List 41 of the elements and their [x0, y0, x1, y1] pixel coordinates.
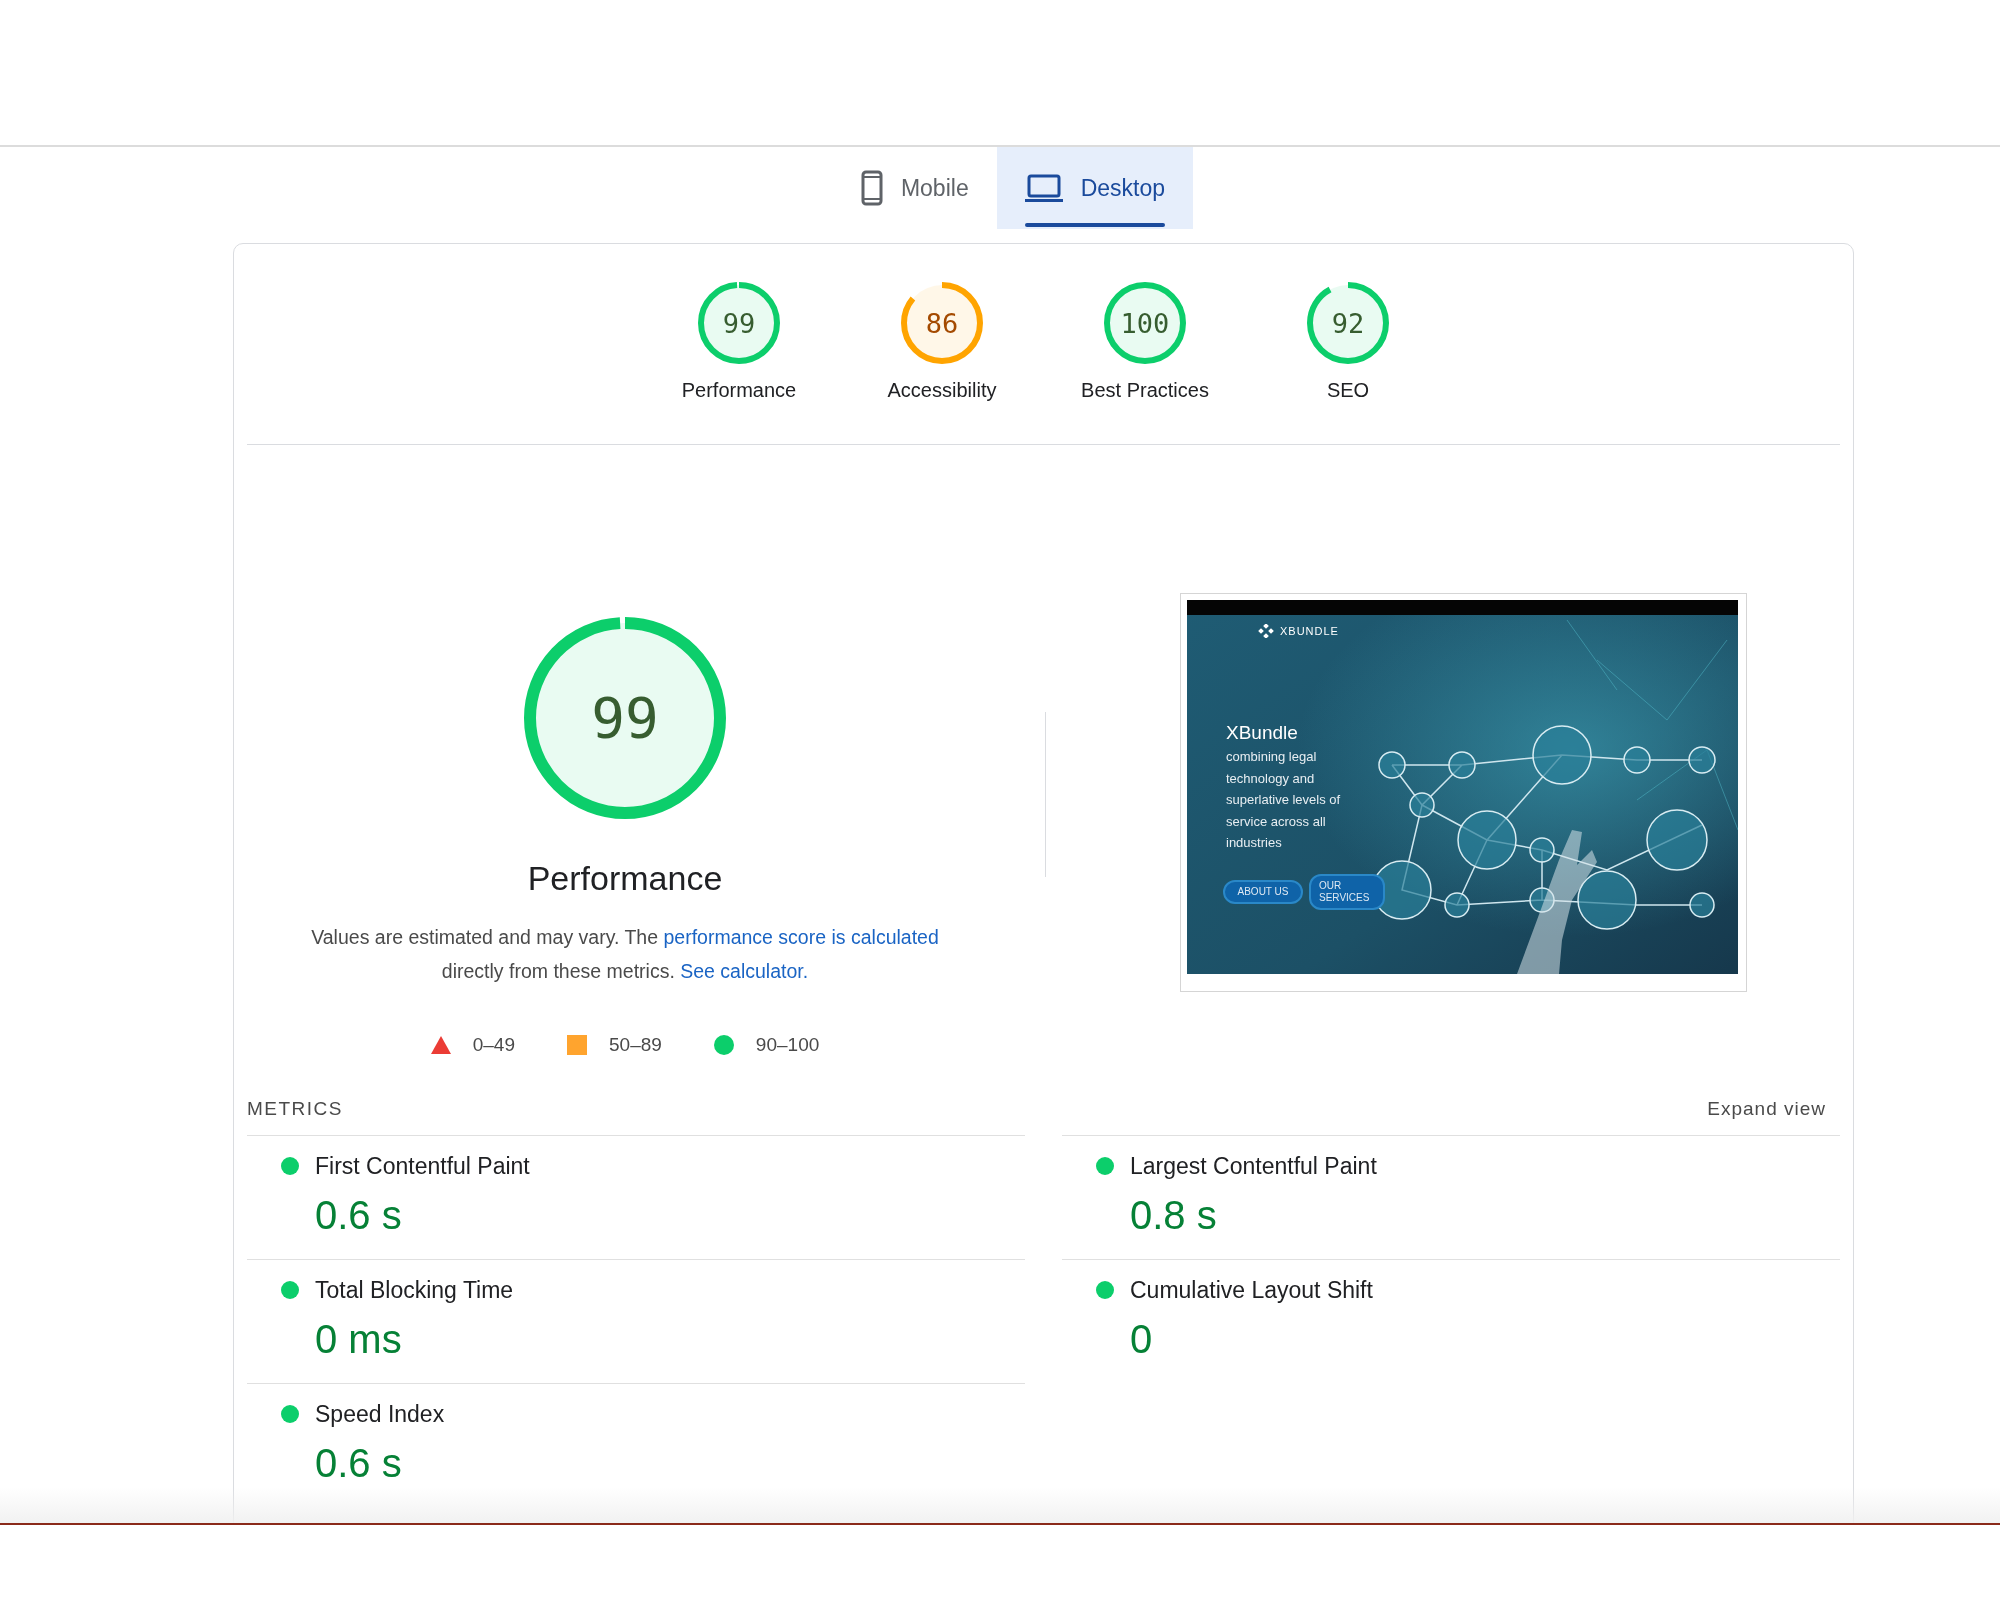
score-value: 86: [925, 309, 959, 337]
description-text: Values are estimated and may vary. The performance score is calculated directly from these metrics. See calculator.: [310, 925, 940, 984]
metrics-heading: METRICS: [247, 1098, 343, 1120]
expand-view-button[interactable]: Expand view: [1707, 1098, 1840, 1120]
laptop-icon: [1024, 173, 1063, 203]
metric-value: 0: [1130, 1316, 1154, 1363]
circle-icon: [713, 1034, 734, 1055]
metric-label: Total Blocking Time: [315, 1276, 515, 1304]
score-value: 99: [591, 690, 659, 746]
metric-value: 0.6 s: [315, 1440, 403, 1487]
legend-label: 0–49: [472, 1033, 515, 1056]
legend-label: 50–89: [609, 1033, 662, 1056]
triangle-icon: [430, 1035, 451, 1054]
device-tab[interactable]: Desktop: [996, 147, 1194, 229]
metric-label: Largest Contentful Paint: [1130, 1152, 1378, 1180]
score-value: 100: [1120, 309, 1170, 337]
site-logo-text: XBUNDLE: [1280, 625, 1339, 637]
category-label: Accessibility: [887, 379, 997, 402]
square-icon: [567, 1034, 587, 1055]
section-title: Performance: [527, 859, 723, 898]
legend-label: 90–100: [755, 1033, 820, 1056]
category-label: Performance: [681, 379, 797, 402]
category-label: SEO: [1326, 379, 1370, 402]
link[interactable]: See calculator.: [680, 960, 809, 982]
metric-value: 0.8 s: [1130, 1192, 1218, 1239]
metric-label: Speed Index: [315, 1400, 446, 1428]
diamond-logo-icon: [1257, 624, 1275, 638]
metric-label: First Contentful Paint: [315, 1152, 531, 1180]
site-button[interactable]: OUR SERVICES: [1309, 874, 1385, 910]
site-tagline: combining legal technology and superlative levels of service across all industries: [1226, 748, 1342, 852]
site-heading: XBundle: [1226, 722, 1298, 744]
category-label: Best Practices: [1081, 379, 1209, 402]
device-tab[interactable]: Mobile: [832, 147, 997, 229]
metric-value: 0 ms: [315, 1316, 403, 1363]
metric-label: Cumulative Layout Shift: [1130, 1276, 1374, 1304]
phone-icon: [860, 170, 883, 206]
link[interactable]: performance score is calculated: [663, 926, 939, 948]
metric-value: 0.6 s: [315, 1192, 403, 1239]
site-button[interactable]: ABOUT US: [1223, 880, 1303, 904]
score-value: 92: [1331, 309, 1365, 337]
score-value: 99: [722, 309, 756, 337]
